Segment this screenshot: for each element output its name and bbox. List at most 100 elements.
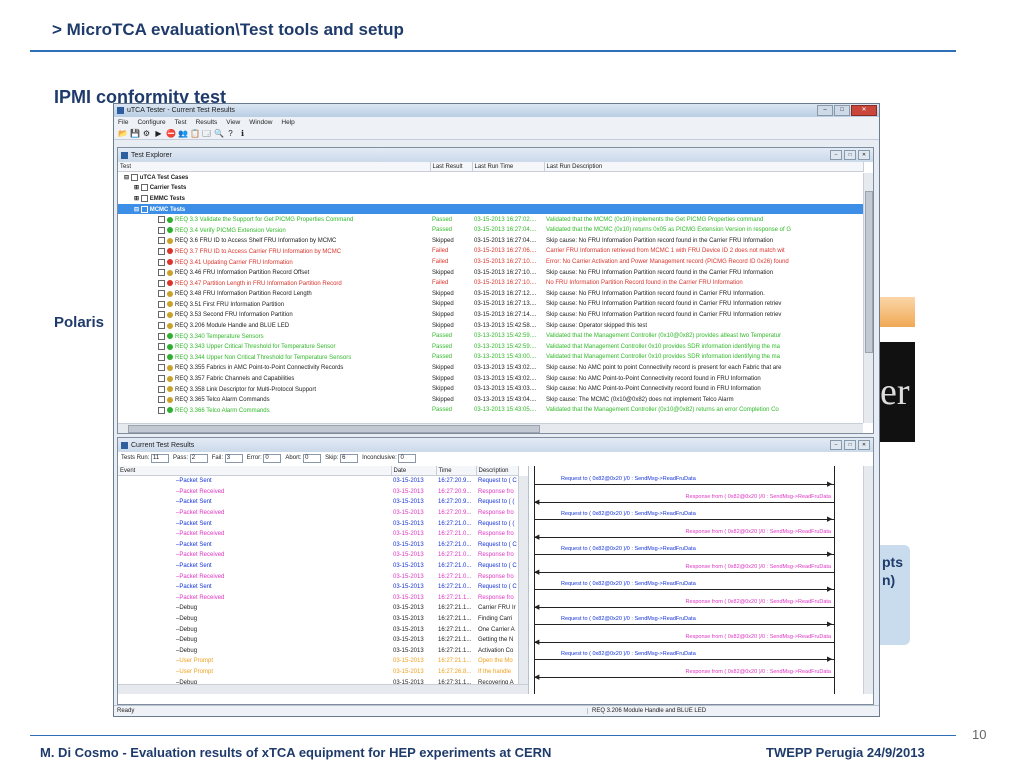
checkbox[interactable] [158,396,165,404]
open-icon[interactable]: 📂 [118,129,128,138]
test-row[interactable]: REQ 3.366 Telco Alarm Commands Passed 03-1… [118,405,863,416]
report-icon[interactable]: 📋 [190,129,200,138]
column-header-last-run-time[interactable]: Last Run Time [472,162,545,172]
results-close-button[interactable]: ✕ [858,440,870,450]
explorer-vertical-scrollbar[interactable] [863,173,873,423]
test-row[interactable]: REQ 3.4 Verify PICMG Extension Version Pa… [118,225,863,236]
event-row[interactable]: –Debug 03-15-2013 16:27:21.1... One Carrier… [118,624,518,635]
event-row[interactable]: –Packet Received 03-15-2013 16:27:20.9... R… [118,508,518,519]
test-name-cell[interactable]: REQ 3.51 First FRU Information Partition [118,299,430,310]
checkbox[interactable] [140,194,148,202]
event-row[interactable]: –Debug 03-15-2013 16:27:21.1... Getting the… [118,635,518,646]
configure-icon[interactable]: ⚙ [142,129,151,138]
test-row[interactable]: REQ 3.343 Upper Critical Threshold for T… [118,342,863,353]
test-name-cell[interactable]: REQ 3.365 Telco Alarm Commands [118,394,430,405]
checkbox[interactable] [158,269,165,277]
menu-item-results[interactable]: Results [196,119,218,126]
test-row[interactable]: REQ 3.206 Module Handle and BLUE LED Skip… [118,320,863,331]
info-icon[interactable]: ℹ [238,129,247,138]
minimize-button[interactable]: – [817,105,833,116]
event-row[interactable]: –Packet Sent 03-15-2013 16:27:21.0... Reque… [118,518,518,529]
checkbox[interactable] [158,226,165,234]
menu-item-file[interactable]: File [118,119,128,126]
test-name-cell[interactable]: REQ 3.4 Verify PICMG Extension Version [118,225,430,236]
test-row[interactable]: REQ 3.53 Second FRU Information Partitio… [118,310,863,321]
explorer-close-button[interactable]: ✕ [858,150,870,160]
event-row[interactable]: –Debug 03-15-2013 16:27:21.1... Finding Car… [118,614,518,625]
explorer-minimize-button[interactable]: – [830,150,842,160]
checkbox[interactable] [158,406,165,414]
maximize-button[interactable]: □ [834,105,850,116]
checkbox[interactable] [158,332,165,340]
scroll-thumb[interactable] [128,425,540,433]
checkbox[interactable] [158,364,165,372]
column-header-time[interactable]: Time [436,466,477,476]
test-row[interactable]: REQ 3.51 First FRU Information Partition… [118,299,863,310]
results-titlebar[interactable]: Current Test Results – □ ✕ [118,438,873,452]
test-name-cell[interactable]: REQ 3.41 Updating Carrier FRU Informatio… [118,257,430,268]
explorer-horizontal-scrollbar[interactable] [118,423,863,433]
test-name-cell[interactable]: REQ 3.355 Fabrics in AMC Point-to-Point … [118,363,430,374]
test-name-cell[interactable]: REQ 3.53 Second FRU Information Partitio… [118,310,430,321]
menu-item-test[interactable]: Test [175,119,187,126]
test-row[interactable]: REQ 3.47 Partition Length in FRU Informa… [118,278,863,289]
expand-icon[interactable]: ⊞ [134,196,139,202]
event-row[interactable]: –User Prompt 03-15-2013 16:27:21.1... Open … [118,656,518,667]
test-name-cell[interactable]: REQ 3.343 Upper Critical Threshold for T… [118,342,430,353]
test-name-cell[interactable]: REQ 3.340 Temperature Sensors [118,331,430,342]
test-name-cell[interactable]: REQ 3.344 Upper Non Critical Threshold f… [118,352,430,363]
event-row[interactable]: –Packet Received 03-15-2013 16:27:21.0... R… [118,529,518,540]
event-horizontal-scrollbar[interactable] [118,684,528,694]
event-row[interactable]: –Packet Sent 03-15-2013 16:27:20.9... Reque… [118,476,518,487]
test-row[interactable]: REQ 3.358 Link Descriptor for Multi-Prot… [118,384,863,395]
window-icon[interactable]: 🗔 [202,129,211,138]
test-row[interactable]: REQ 3.340 Temperature Sensors Passed 03-13… [118,331,863,342]
checkbox[interactable] [140,205,148,213]
tree-group-mcmc[interactable]: ⊟ MCMC Tests [118,203,863,215]
menu-item-view[interactable]: View [226,119,240,126]
event-row[interactable]: –Packet Sent 03-15-2013 16:27:21.0... Reque… [118,582,518,593]
column-header-last-run-description[interactable]: Last Run Description [544,162,864,172]
event-row[interactable]: –Packet Received 03-15-2013 16:27:21.1... R… [118,593,518,604]
test-name-cell[interactable]: REQ 3.206 Module Handle and BLUE LED [118,320,430,331]
column-header-date[interactable]: Date [391,466,437,476]
checkbox[interactable] [158,300,165,308]
expand-icon[interactable]: ⊟ [134,207,139,213]
test-explorer-titlebar[interactable]: Test Explorer – □ ✕ [118,148,873,162]
checkbox[interactable] [158,237,165,245]
test-name-cell[interactable]: REQ 3.47 Partition Length in FRU Informa… [118,278,430,289]
window-titlebar[interactable]: uTCA Tester - Current Test Results – □ ✕ [114,104,879,117]
checkbox[interactable] [158,311,165,319]
test-name-cell[interactable]: REQ 3.46 FRU Information Partition Recor… [118,267,430,278]
test-row[interactable]: REQ 3.41 Updating Carrier FRU Informatio… [118,257,863,268]
test-name-cell[interactable]: REQ 3.7 FRU ID to Access Carrier FRU Inf… [118,246,430,257]
test-name-cell[interactable]: REQ 3.6 FRU ID to Access Shelf FRU Infor… [118,236,430,247]
checkbox[interactable] [140,184,148,192]
expand-icon[interactable]: ⊟ [124,175,129,181]
checkbox[interactable] [158,279,165,287]
sequence-vertical-scrollbar[interactable] [863,466,873,694]
run-icon[interactable]: ▶ [154,129,163,138]
expand-icon[interactable]: ⊞ [134,185,139,191]
test-row[interactable]: REQ 3.46 FRU Information Partition Recor… [118,267,863,278]
checkbox[interactable] [158,258,165,266]
test-name-cell[interactable]: REQ 3.48 FRU Information Partition Recor… [118,289,430,300]
event-row[interactable]: –Packet Received 03-15-2013 16:27:20.9... R… [118,487,518,498]
checkbox[interactable] [158,353,165,361]
scroll-thumb[interactable] [865,191,873,353]
event-row[interactable]: –Debug 03-15-2013 16:27:21.1... Activation … [118,646,518,657]
search-icon[interactable]: 🔍 [214,129,224,138]
test-row[interactable]: REQ 3.6 FRU ID to Access Shelf FRU Infor… [118,236,863,247]
column-header-description[interactable]: Description [476,466,519,476]
test-name-cell[interactable]: REQ 3.357 Fabric Channels and Capabiliti… [118,373,430,384]
close-button[interactable]: ✕ [851,105,877,116]
checkbox[interactable] [158,385,165,393]
event-row[interactable]: –Debug 03-15-2013 16:27:21.1... Carrier FRU… [118,603,518,614]
column-header-last-result[interactable]: Last Result [430,162,473,172]
event-row[interactable]: –Packet Sent 03-15-2013 16:27:20.9... Reque… [118,497,518,508]
event-row[interactable]: –Packet Received 03-15-2013 16:27:21.0... R… [118,550,518,561]
event-row[interactable]: –Packet Received 03-15-2013 16:27:21.0... R… [118,571,518,582]
test-row[interactable]: REQ 3.344 Upper Non Critical Threshold f… [118,352,863,363]
save-icon[interactable]: 💾 [130,129,140,138]
checkbox[interactable] [158,343,165,351]
